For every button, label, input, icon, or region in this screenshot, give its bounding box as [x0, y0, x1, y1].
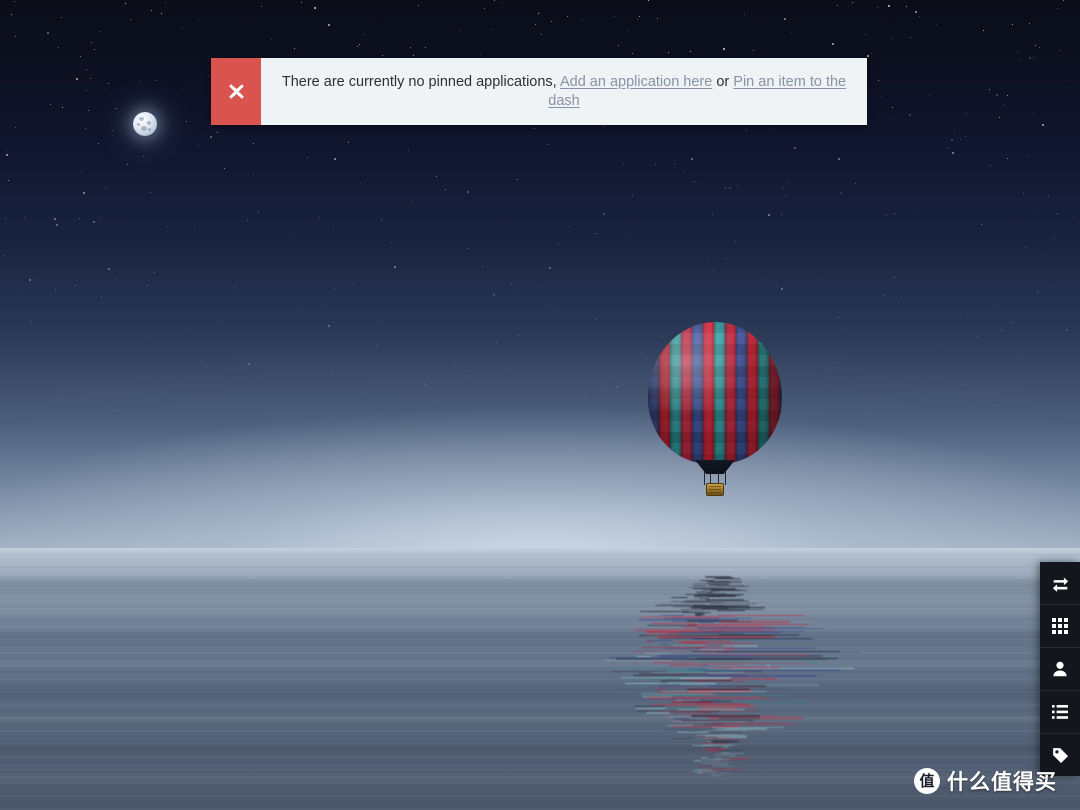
hot-air-balloon	[640, 322, 790, 496]
dock-item-user[interactable]	[1040, 648, 1080, 691]
grid-icon	[1052, 618, 1068, 634]
notification-prefix: There are currently no pinned applicatio…	[281, 74, 557, 91]
list-icon	[1052, 705, 1068, 719]
transfer-arrows-icon	[1052, 577, 1068, 592]
pinned-applications-notification: There are currently no pinned applicatio…	[211, 58, 867, 125]
notification-body: There are currently no pinned applicatio…	[261, 58, 867, 125]
notification-conjunction: or	[712, 74, 734, 91]
notification-message: There are currently no pinned applicatio…	[277, 73, 851, 109]
close-icon	[228, 84, 244, 99]
desktop: There are currently no pinned applicatio…	[0, 0, 1080, 810]
balloon-basket	[706, 483, 724, 496]
dock-item-switch[interactable]	[1040, 562, 1080, 605]
tag-icon	[1052, 747, 1068, 763]
dock-item-apps[interactable]	[1040, 605, 1080, 648]
dock-item-tag[interactable]	[1040, 734, 1080, 776]
dock-item-list[interactable]	[1040, 691, 1080, 734]
close-notification-button[interactable]	[211, 58, 261, 125]
right-dock-panel	[1040, 562, 1080, 776]
balloon-envelope	[648, 322, 782, 464]
water-surface	[0, 548, 1080, 810]
add-application-link[interactable]: Add an application here	[560, 74, 712, 90]
person-icon	[1053, 661, 1067, 677]
moon-icon	[133, 112, 157, 136]
balloon-reflection	[604, 576, 861, 777]
